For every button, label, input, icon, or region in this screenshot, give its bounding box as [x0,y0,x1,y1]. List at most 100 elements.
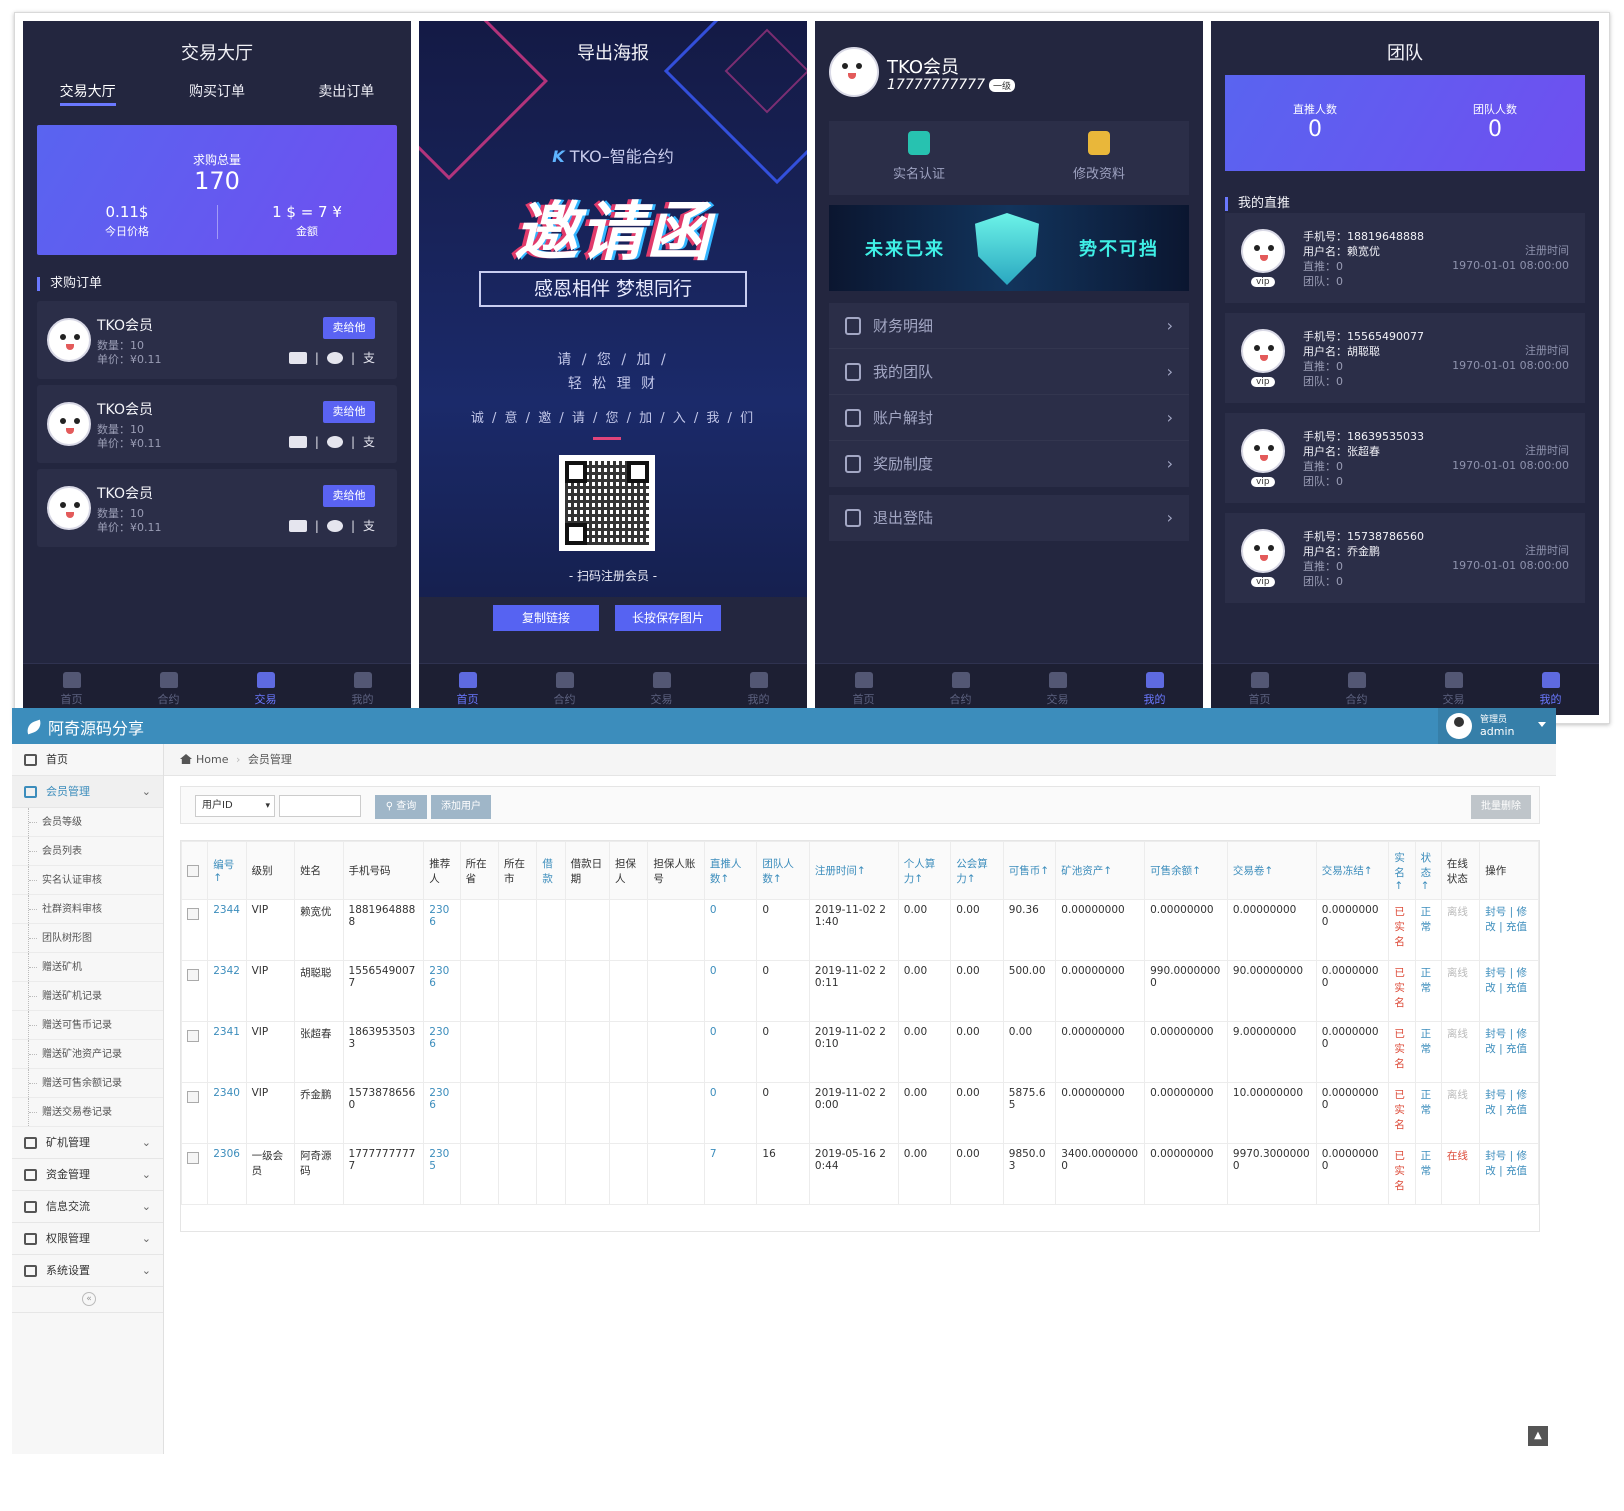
cell-ref[interactable]: 2305 [423,1143,461,1205]
sidebar-item-member-mgmt[interactable]: 会员管理 ⌄ [12,776,163,808]
cell-ref[interactable]: 2306 [423,1082,461,1144]
cell-empty [609,899,649,961]
select-all-checkbox[interactable] [180,841,209,900]
batch-delete-button[interactable]: 批量删除 [1471,795,1531,819]
table-header: 编号↑ 级别 姓名 手机号码 推荐人 所在省 所在市 借款 借款日期 担保人 担… [180,841,1539,900]
menu-my-team[interactable]: 我的团队 › [829,349,1189,395]
cell-ops[interactable]: 封号 | 修改 | 充值 [1479,899,1539,961]
search-field-select[interactable]: 用户ID [195,795,275,817]
cell-id[interactable]: 2340 [207,1082,247,1144]
vip-badge: vip [1251,277,1275,287]
sidebar-collapse[interactable]: « [12,1287,163,1313]
row-checkbox[interactable] [180,899,209,961]
menu-account-unlock[interactable]: 账户解封 › [829,395,1189,441]
save-image-button[interactable]: 长按保存图片 [615,605,721,631]
cell-ref[interactable]: 2306 [423,899,461,961]
sidebar-item-miner[interactable]: 矿机管理 ⌄ [12,1127,163,1159]
sidebar-item-funds[interactable]: 资金管理 ⌄ [12,1159,163,1191]
col-reg-time[interactable]: 注册时间↑ [808,841,899,900]
menu-finance-details[interactable]: 财务明细 › [829,303,1189,349]
logout-button[interactable]: 退出登陆 › [829,495,1189,541]
cell-balance: 0.00000000 [1144,1082,1228,1144]
col-real-name[interactable]: 实名↑ [1388,841,1416,900]
cell-id[interactable]: 2341 [207,1021,247,1083]
edit-profile-action[interactable]: 修改资料 [1009,131,1189,182]
cell-id[interactable]: 2306 [207,1143,247,1205]
cell-empty [564,1082,611,1144]
col-balance[interactable]: 可售余额↑ [1144,841,1228,900]
user-role: 管理员 [1480,715,1508,725]
cell-ops[interactable]: 封号 | 修改 | 充值 [1479,1082,1539,1144]
col-status[interactable]: 状态↑ [1414,841,1442,900]
user-name: admin [1480,725,1515,738]
cell-name: 胡聪聪 [294,960,344,1022]
cell-empty [647,899,705,961]
row-checkbox[interactable] [180,1082,209,1144]
sidebar-subitem[interactable]: 团队树形图 [12,924,163,953]
col-coin[interactable]: 可售币↑ [1002,841,1057,900]
add-user-button[interactable]: 添加用户 [431,795,491,819]
sidebar-subitem[interactable]: 赠送矿池资产记录 [12,1040,163,1069]
col-frozen[interactable]: 交易冻结↑ [1315,841,1390,900]
cell-level: VIP [245,899,296,961]
sidebar-subitem[interactable]: 赠送可售余额记录 [12,1069,163,1098]
admin-brand[interactable]: 阿奇源码分享 [24,715,144,739]
row-checkbox[interactable] [180,1143,209,1205]
invite-headline: 邀请函 [514,195,712,270]
search-input[interactable] [279,795,361,817]
col-guild-power[interactable]: 公会算力↑ [950,841,1004,900]
col-volume[interactable]: 交易卷↑ [1226,841,1317,900]
cell-ops[interactable]: 封号 | 修改 | 充值 [1479,1143,1539,1205]
col-team[interactable]: 团队人数↑ [756,841,810,900]
sidebar-subitem[interactable]: 赠送矿机记录 [12,982,163,1011]
cell-ops[interactable]: 封号 | 修改 | 充值 [1479,960,1539,1022]
cell-id[interactable]: 2342 [207,960,247,1022]
cell-frozen: 0.00000000 [1315,1143,1390,1205]
sidebar-subitem[interactable]: 赠送矿机 [12,953,163,982]
breadcrumb-home[interactable]: Home [196,753,228,766]
cell-direct[interactable]: 0 [703,1021,758,1083]
sidebar-item-home[interactable]: 首页 [12,744,163,776]
sidebar-subitem[interactable]: 社群资料审核 [12,895,163,924]
copy-link-button[interactable]: 复制链接 [493,605,599,631]
sidebar-subitem[interactable]: 赠送交易卷记录 [12,1098,163,1127]
avatar [47,402,91,446]
tab-trading-hall[interactable]: 交易大厅 [23,81,152,106]
row-checkbox[interactable] [180,1021,209,1083]
avatar [1241,429,1285,473]
back-to-top-button[interactable]: ▲ [1528,1426,1548,1446]
sidebar-subitem[interactable]: 会员列表 [12,837,163,866]
sidebar-subitem[interactable]: 会员等级 [12,808,163,837]
row-checkbox[interactable] [180,960,209,1022]
sidebar-subitem[interactable]: 实名认证审核 [12,866,163,895]
cell-direct[interactable]: 0 [703,899,758,961]
tab-sell-orders[interactable]: 卖出订单 [282,81,411,101]
avatar [1446,713,1472,739]
sell-button[interactable]: 卖给他 [323,485,375,507]
home-icon [854,672,873,688]
cell-ref[interactable]: 2306 [423,960,461,1022]
sidebar-item-permissions[interactable]: 权限管理 ⌄ [12,1223,163,1255]
menu-reward-policy[interactable]: 奖励制度 › [829,441,1189,487]
sell-button[interactable]: 卖给他 [323,401,375,423]
user-menu[interactable]: 管理员 admin [1438,708,1556,744]
sidebar-item-settings[interactable]: 系统设置 ⌄ [12,1255,163,1287]
col-personal-power[interactable]: 个人算力↑ [897,841,952,900]
col-direct[interactable]: 直推人数↑ [703,841,758,900]
search-button[interactable]: ⚲ 查询 [375,795,427,819]
cell-empty [564,960,611,1022]
cell-direct[interactable]: 0 [703,1082,758,1144]
col-pool[interactable]: 矿池资产↑ [1055,841,1146,900]
sidebar-item-messages[interactable]: 信息交流 ⌄ [12,1191,163,1223]
cell-ops[interactable]: 封号 | 修改 | 充值 [1479,1021,1539,1083]
cell-direct[interactable]: 7 [703,1143,758,1205]
verify-action[interactable]: 实名认证 [829,131,1009,182]
sell-button[interactable]: 卖给他 [323,317,375,339]
cell-id[interactable]: 2344 [207,899,247,961]
cell-ref[interactable]: 2306 [423,1021,461,1083]
col-loan[interactable]: 借款 [536,841,566,900]
col-id[interactable]: 编号↑ [207,841,247,900]
tab-buy-orders[interactable]: 购买订单 [152,81,281,101]
sidebar-subitem[interactable]: 赠送可售币记录 [12,1011,163,1040]
cell-direct[interactable]: 0 [703,960,758,1022]
